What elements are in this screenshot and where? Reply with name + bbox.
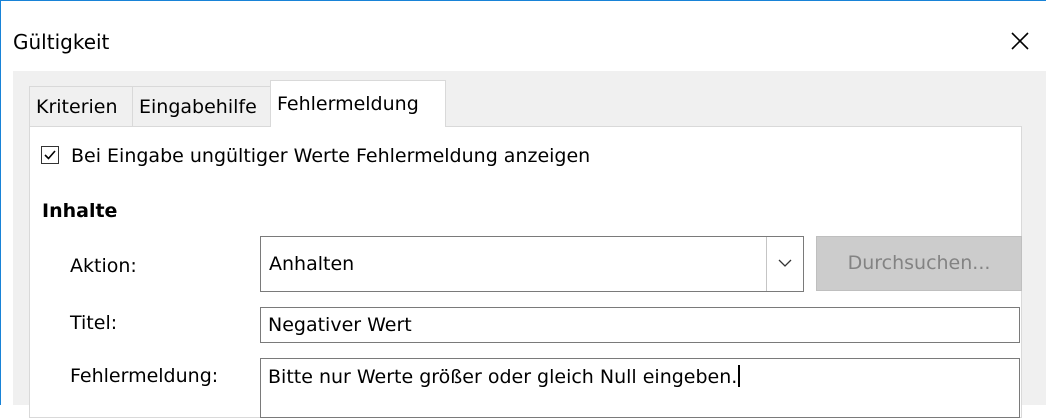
show-error-checkbox[interactable] — [41, 146, 59, 164]
close-button[interactable] — [996, 1, 1046, 71]
title-input[interactable]: Negativer Wert — [260, 307, 1020, 343]
message-label: Fehlermeldung: — [70, 365, 219, 387]
title-input-value: Negativer Wert — [268, 314, 412, 336]
tab-eingabehilfe[interactable]: Eingabehilfe — [132, 86, 271, 126]
message-textarea-value: Bitte nur Werte größer oder gleich Null … — [268, 366, 738, 388]
action-dropdown[interactable]: Anhalten — [260, 236, 804, 292]
browse-button[interactable]: Durchsuchen... — [816, 236, 1022, 291]
checkmark-icon — [44, 150, 56, 160]
action-dropdown-button[interactable] — [766, 237, 803, 291]
section-title-inhalte: Inhalte — [42, 200, 118, 222]
tab-fehlermeldung[interactable]: Fehlermeldung — [270, 80, 446, 127]
chevron-down-icon — [778, 259, 792, 267]
message-textarea-value-wrap: Bitte nur Werte größer oder gleich Null … — [268, 365, 741, 388]
title-label: Titel: — [70, 312, 118, 334]
dialog-title: Gültigkeit — [13, 30, 110, 54]
action-label: Aktion: — [70, 255, 137, 277]
action-dropdown-value: Anhalten — [269, 253, 355, 275]
message-textarea[interactable]: Bitte nur Werte größer oder gleich Null … — [260, 358, 1020, 418]
tab-kriterien[interactable]: Kriterien — [29, 86, 133, 126]
text-cursor — [738, 365, 741, 387]
close-icon — [1011, 32, 1029, 50]
dialog-body: Kriterien Eingabehilfe Fehlermeldung Bei… — [13, 71, 1046, 418]
show-error-checkbox-label: Bei Eingabe ungültiger Werte Fehlermeldu… — [71, 145, 591, 167]
title-bar: Gültigkeit — [1, 1, 1046, 71]
validity-dialog: Gültigkeit Kriterien Eingabehilfe Fehler… — [0, 0, 1046, 418]
